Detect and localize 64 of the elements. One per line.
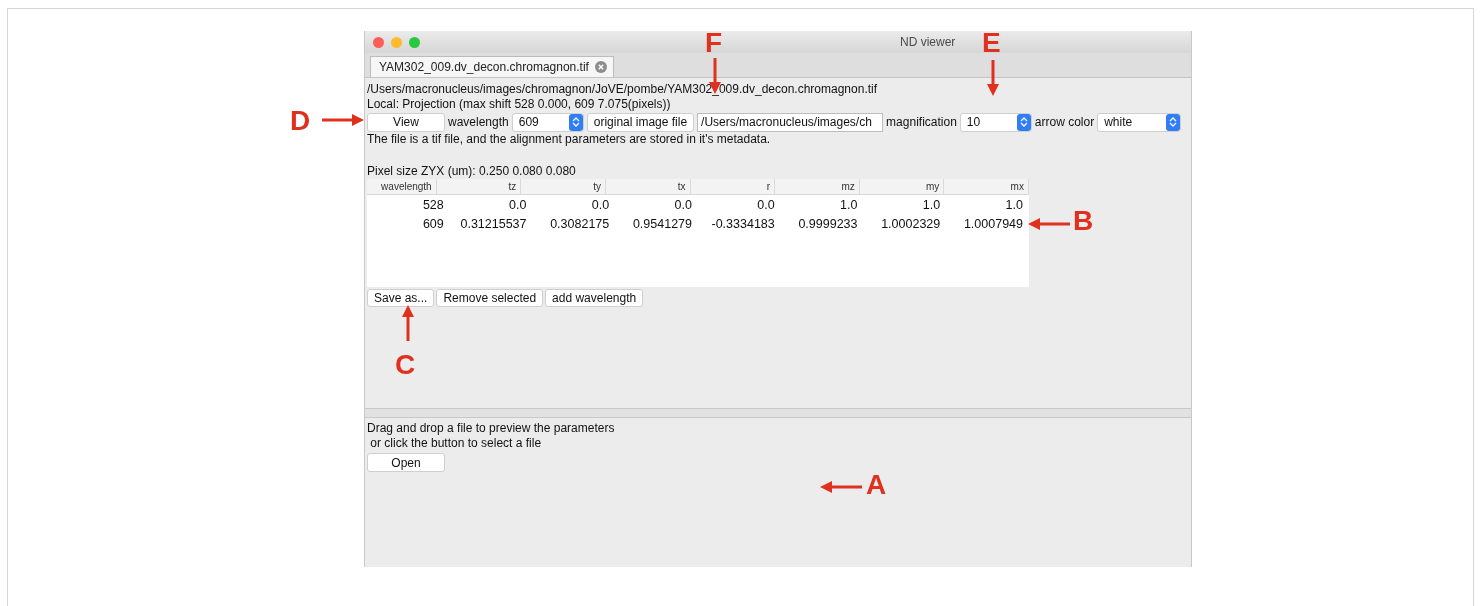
column-header[interactable]: mx (944, 179, 1029, 194)
original-image-button[interactable]: original image file (586, 112, 695, 132)
view-button[interactable]: View (367, 112, 445, 132)
table-cell-text: 0.0 (673, 197, 693, 214)
annotation-arrow (322, 113, 364, 127)
annotation-label: C (395, 350, 416, 380)
pixel-size: Pixel size ZYX (um): 0.250 0.080 0.080 (367, 164, 577, 179)
column-header[interactable]: tx (605, 179, 691, 194)
wavelength-label: wavelength (448, 115, 509, 129)
tab-label: YAM302_009.dv_decon.chromagnon.tif (379, 60, 589, 74)
info-message: The file is a tif file, and the alignment parameters are stored in it's metadata. (367, 132, 772, 147)
file-tab[interactable]: YAM302_009.dv_decon.chromagnon.tif (370, 56, 614, 77)
annotation-arrow (986, 60, 1000, 96)
annotation-label: F (705, 28, 723, 58)
zoom-window-icon[interactable] (409, 36, 420, 48)
table-cell-text: 1.0002329 (880, 216, 942, 233)
column-header[interactable]: r (690, 179, 776, 194)
close-icon[interactable] (594, 61, 607, 73)
window-title: ND viewer (900, 35, 956, 49)
table-cell-text: 0.3082175 (549, 216, 611, 233)
annotation-label: A (866, 470, 887, 500)
drop-hint: Drag and drop a file to preview the parameters (367, 421, 616, 436)
annotation-arrow (401, 305, 415, 341)
column-header[interactable]: tz (436, 179, 522, 194)
table-cell-text: 0.9999233 (797, 216, 859, 233)
table-cell-text: 0.0 (756, 197, 776, 214)
table-cell-text: -0.3334183 (710, 216, 776, 233)
stepper-icon (1016, 113, 1031, 131)
annotation-label: D (290, 106, 311, 136)
table-button[interactable]: Remove selected (436, 289, 544, 307)
annotation-arrow (1028, 217, 1070, 231)
local-info: Local: Projection (max shift 528 0.000, 609 7.075(pixels)) (367, 97, 672, 112)
table-cell-text: 0.31215537 (459, 216, 528, 233)
open-button[interactable]: Open (367, 453, 445, 472)
stepper-icon (568, 113, 583, 131)
wavelength-select[interactable]: 609 (511, 112, 584, 132)
magnification-select[interactable]: 10 (959, 112, 1032, 132)
table-cell-text: 0.9541279 (631, 216, 693, 233)
table-cell-text: 1.0 (921, 197, 942, 214)
minimize-window-icon[interactable] (391, 36, 402, 48)
magnification-label: magnification (886, 115, 957, 129)
arrow-color-label: arrow color (1034, 115, 1095, 129)
stepper-icon (1166, 113, 1181, 131)
table-cell-text: 0.0 (508, 197, 528, 214)
close-window-icon[interactable] (373, 36, 384, 48)
table-cell-text: 1.0 (1004, 197, 1024, 214)
annotation-label: E (982, 28, 1001, 58)
table-button[interactable]: add wavelength (545, 289, 644, 307)
path-field[interactable]: /Users/macronucleus/images/ch (697, 112, 884, 132)
annotation-arrow (820, 480, 862, 494)
table-button[interactable]: Save as... (367, 289, 435, 307)
table-cell-text: 609 (421, 216, 445, 233)
column-header[interactable]: ty (521, 179, 606, 194)
table-cell-text: 0.0 (590, 197, 611, 214)
arrow-color-select[interactable]: white (1097, 112, 1182, 132)
annotation-label: B (1073, 206, 1094, 236)
column-header[interactable]: my (859, 179, 945, 194)
table-cell-text: 528 (421, 197, 445, 214)
column-header[interactable]: mz (775, 179, 860, 194)
table-cell-text: 1.0 (839, 197, 859, 214)
pane-splitter[interactable] (365, 408, 1191, 418)
table-cell-text: 1.0007949 (962, 216, 1024, 233)
drop-hint: or click the button to select a file (369, 436, 543, 451)
column-header[interactable]: wavelength (367, 179, 437, 194)
